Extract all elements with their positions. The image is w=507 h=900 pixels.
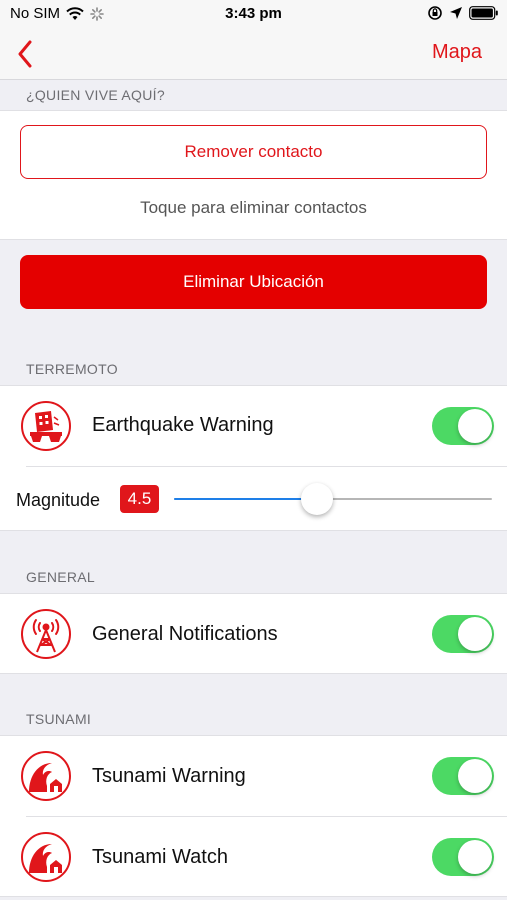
delete-location-button[interactable]: Eliminar Ubicación <box>20 255 487 309</box>
location-arrow-icon <box>450 7 462 19</box>
remove-contact-button[interactable]: Remover contacto <box>20 125 487 179</box>
section-header-contacts: ¿QUIEN VIVE AQUÍ? <box>26 87 165 103</box>
battery-icon <box>469 6 498 20</box>
section-header-general: GENERAL <box>26 569 96 585</box>
status-bar: No SIM 3:43 pm <box>0 0 507 28</box>
section-header-tsunami: TSUNAMI <box>26 711 92 727</box>
toggle-knob <box>458 840 492 874</box>
general-notifications-toggle[interactable] <box>432 615 494 653</box>
magnitude-value-badge: 4.5 <box>120 485 159 513</box>
earthquake-warning-toggle[interactable] <box>432 407 494 445</box>
slider-thumb[interactable] <box>301 483 334 515</box>
navigation-bar: Mapa <box>0 28 507 80</box>
row-separator <box>26 816 507 817</box>
toggle-knob <box>458 617 492 651</box>
slider-fill <box>174 498 318 500</box>
tsunami-panel: Tsunami Warning Tsunami Watch <box>0 735 507 897</box>
tsunami-watch-toggle[interactable] <box>432 838 494 876</box>
magnitude-label: Magnitude <box>16 490 101 510</box>
tsunami-watch-label: Tsunami Watch <box>92 846 228 868</box>
toggle-knob <box>458 759 492 793</box>
back-button[interactable] <box>10 36 40 72</box>
earthquake-panel: Earthquake Warning Magnitude 4.5 <box>0 385 507 531</box>
earthquake-warning-label: Earthquake Warning <box>92 414 274 436</box>
tsunami-warning-label: Tsunami Warning <box>92 765 246 787</box>
map-button[interactable]: Mapa <box>432 41 482 64</box>
tsunami-warning-toggle[interactable] <box>432 757 494 795</box>
tsunami-wave-icon <box>21 751 71 801</box>
orientation-lock-icon <box>428 6 442 20</box>
remove-contact-hint: Toque para eliminar contactos <box>140 198 367 217</box>
general-notifications-label: General Notifications <box>92 623 278 645</box>
tsunami-wave-icon <box>21 832 71 882</box>
section-header-earthquake: TERREMOTO <box>26 361 118 377</box>
contacts-panel: Remover contacto Toque para eliminar con… <box>0 110 507 240</box>
antenna-tower-icon <box>21 609 71 659</box>
chevron-left-icon <box>18 40 32 68</box>
magnitude-slider[interactable] <box>174 479 492 519</box>
status-right <box>427 5 499 21</box>
earthquake-building-icon <box>21 401 71 451</box>
toggle-knob <box>458 409 492 443</box>
row-separator <box>26 466 507 467</box>
general-panel: General Notifications <box>0 593 507 674</box>
